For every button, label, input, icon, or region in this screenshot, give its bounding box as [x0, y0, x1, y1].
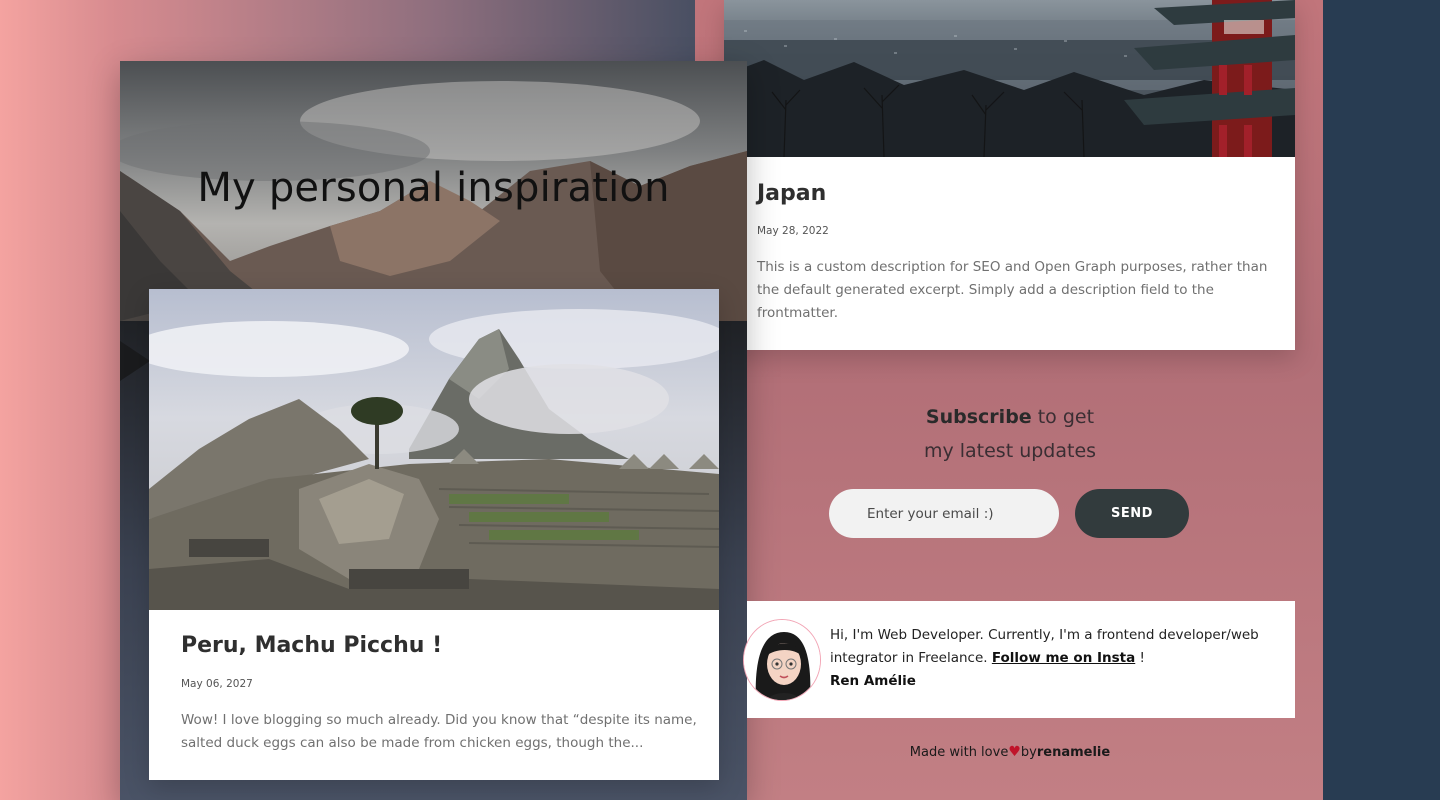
post-excerpt: This is a custom description for SEO and… — [757, 259, 1268, 321]
email-input[interactable] — [829, 489, 1059, 538]
peru-post-image[interactable] — [149, 289, 719, 610]
footer-made-with: Made with love — [909, 745, 1009, 760]
footer: Made with love♥byrenamelie — [747, 744, 1273, 760]
subscribe-text-line1: to get — [1037, 406, 1095, 428]
author-suffix: ! — [1139, 650, 1145, 666]
insta-link[interactable]: Follow me on Insta — [992, 650, 1135, 666]
japan-post-image[interactable] — [724, 0, 1295, 157]
post-card-peru[interactable]: Peru, Machu Picchu ! May 06, 2027 Wow! I… — [149, 289, 719, 780]
send-button[interactable]: SEND — [1075, 489, 1189, 538]
footer-handle[interactable]: renamelie — [1037, 745, 1110, 760]
subscribe-bold: Subscribe — [925, 406, 1032, 428]
page-title: My personal inspiration — [197, 165, 670, 211]
post-title[interactable]: Japan — [757, 181, 826, 206]
author-box: Hi, I'm Web Developer. Currently, I'm a … — [743, 601, 1295, 718]
subscribe-text-line2: my latest updates — [923, 440, 1097, 462]
far-right-panel — [1323, 0, 1440, 800]
post-title[interactable]: Peru, Machu Picchu ! — [181, 633, 442, 658]
post-date: May 06, 2027 — [181, 678, 253, 690]
subscribe-heading: Subscribe to get my latest updates — [747, 400, 1273, 468]
post-date: May 28, 2022 — [757, 225, 829, 237]
post-card-japan[interactable]: Japan May 28, 2022 This is a custom desc… — [724, 0, 1295, 350]
post-excerpt: Wow! I love blogging so much already. Di… — [181, 712, 697, 751]
footer-by: by — [1020, 745, 1037, 760]
author-bio: Hi, I'm Web Developer. Currently, I'm a … — [830, 624, 1280, 693]
author-name: Ren Amélie — [830, 673, 916, 689]
heart-icon: ♥ — [1008, 744, 1021, 760]
avatar — [743, 619, 821, 701]
